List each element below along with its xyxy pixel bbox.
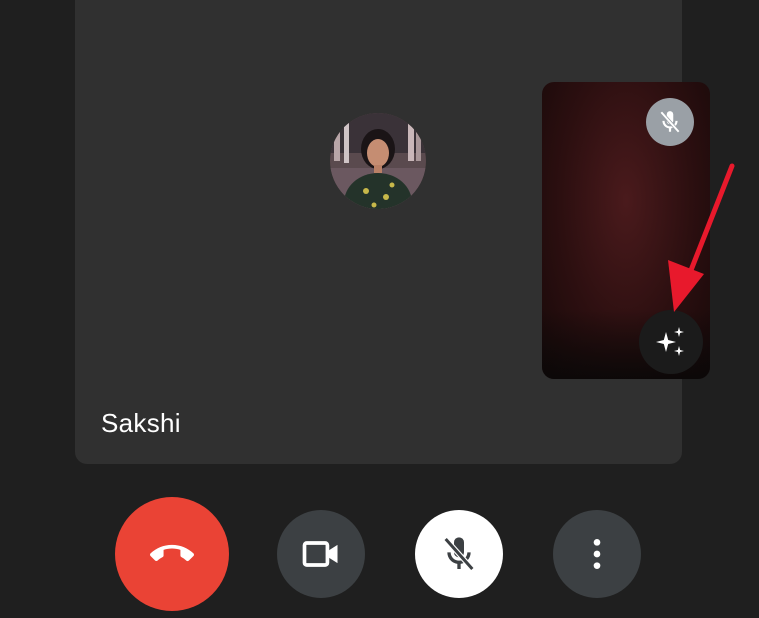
mic-off-icon	[660, 111, 680, 133]
end-call-button[interactable]	[115, 497, 229, 611]
avatar-photo	[330, 113, 426, 209]
self-muted-badge	[646, 98, 694, 146]
video-camera-icon	[302, 541, 338, 567]
camera-toggle-button[interactable]	[277, 510, 365, 598]
sparkle-effects-icon	[656, 327, 684, 356]
phone-hangup-icon	[150, 544, 194, 562]
effects-button[interactable]	[639, 310, 703, 374]
participant-avatar	[330, 113, 426, 209]
more-vertical-icon	[593, 539, 601, 569]
self-view-tile[interactable]	[542, 82, 710, 379]
call-screen: Sakshi	[0, 0, 759, 618]
participant-name: Sakshi	[101, 408, 181, 438]
more-options-button[interactable]	[553, 510, 641, 598]
mic-off-icon	[443, 537, 475, 571]
mic-toggle-button[interactable]	[415, 510, 503, 598]
